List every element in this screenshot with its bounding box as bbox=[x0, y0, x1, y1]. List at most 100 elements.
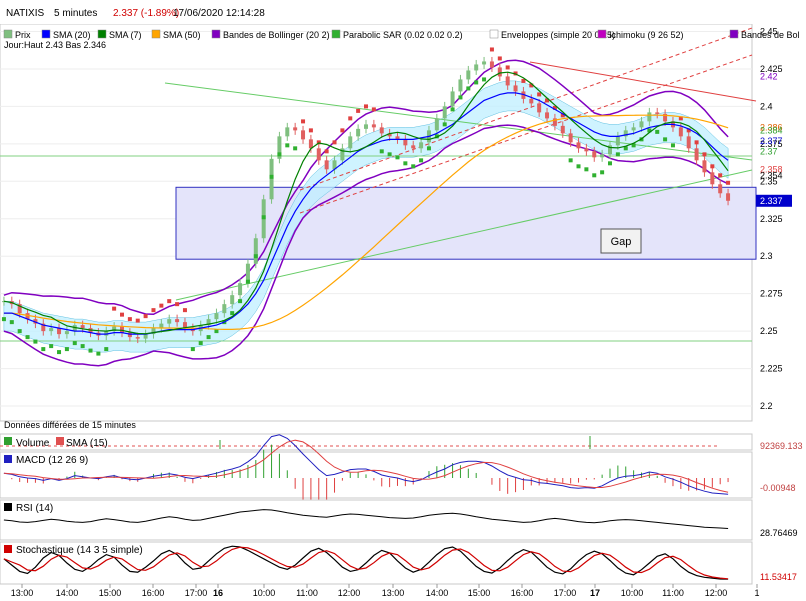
legend-label[interactable]: Bandes de Bollinger (20 2) bbox=[223, 30, 330, 40]
day-high-low: Jour:Haut 2.43 Bas 2.346 bbox=[4, 40, 106, 50]
sar-point bbox=[489, 47, 494, 52]
right-price-label: 2.384 bbox=[760, 125, 783, 135]
candle-body bbox=[615, 136, 620, 146]
x-tick-label: 15:00 bbox=[468, 588, 491, 598]
sar-point bbox=[135, 318, 140, 323]
candle-body bbox=[474, 64, 479, 71]
right-price-label: 2.377 bbox=[760, 136, 783, 146]
candle-body bbox=[356, 128, 361, 137]
y-tick-label: 2.4 bbox=[760, 101, 773, 111]
volume-legend-swatch bbox=[4, 437, 12, 445]
sar-point bbox=[127, 317, 132, 322]
candle-body bbox=[135, 337, 140, 339]
legend-label[interactable]: SMA (50) bbox=[163, 30, 201, 40]
sar-point bbox=[206, 335, 211, 340]
candle-body bbox=[529, 98, 534, 104]
sar-point bbox=[466, 86, 471, 91]
candle-body bbox=[285, 127, 290, 137]
sar-point bbox=[198, 341, 203, 346]
sar-point bbox=[702, 152, 707, 157]
candle-body bbox=[120, 326, 124, 333]
rsi-panel bbox=[0, 499, 753, 541]
legend-swatch bbox=[211, 29, 221, 39]
candle-body bbox=[678, 127, 683, 137]
x-tick-label: 17:00 bbox=[554, 588, 577, 598]
candle-body bbox=[702, 160, 707, 173]
x-tick-label: 12:00 bbox=[338, 588, 361, 598]
candle-body bbox=[576, 142, 581, 149]
candle-body bbox=[411, 145, 416, 149]
legend-label[interactable]: SMA (7) bbox=[109, 30, 142, 40]
x-tick-label: 13:00 bbox=[382, 588, 405, 598]
sar-point bbox=[253, 254, 258, 259]
y-tick-label: 2.3 bbox=[760, 251, 773, 261]
legend-label[interactable]: Parabolic SAR (0.02 0.02 0.2) bbox=[343, 30, 463, 40]
x-tick-label: 17 bbox=[590, 588, 600, 598]
right-price-label: 2.354 bbox=[760, 170, 783, 180]
right-price-label: 2.37 bbox=[760, 146, 778, 156]
volume-sma-label[interactable]: SMA (15) bbox=[66, 438, 108, 449]
macd-label[interactable]: MACD (12 26 9) bbox=[16, 455, 88, 466]
interval-text[interactable]: 5 minutes bbox=[54, 8, 97, 19]
volume-panel bbox=[0, 433, 753, 451]
right-price-label: 2.337 bbox=[760, 196, 783, 206]
x-tick-label: 11:00 bbox=[662, 588, 684, 598]
candle-body bbox=[710, 172, 715, 185]
candle-body bbox=[560, 125, 565, 134]
rsi-label[interactable]: RSI (14) bbox=[16, 503, 53, 514]
legend-label[interactable]: Prix bbox=[15, 30, 31, 40]
sar-point bbox=[64, 347, 69, 352]
candle-body bbox=[505, 76, 510, 86]
candle-body bbox=[301, 130, 306, 140]
sar-point bbox=[57, 350, 62, 355]
candle-body bbox=[379, 127, 384, 134]
timestamp: 17/06/2020 12:14:28 bbox=[173, 8, 265, 19]
sar-point bbox=[568, 158, 573, 163]
sar-point bbox=[277, 152, 282, 157]
x-tick-label: 17:00 bbox=[185, 588, 208, 598]
legend-swatch bbox=[41, 29, 51, 39]
sar-point bbox=[655, 129, 660, 134]
candle-body bbox=[450, 91, 455, 107]
stochastic-label[interactable]: Stochastique (14 3 5 simple) bbox=[16, 545, 143, 556]
y-tick-label: 2.25 bbox=[760, 326, 778, 336]
sar-point bbox=[269, 174, 274, 179]
candle-body bbox=[230, 295, 235, 305]
sar-point bbox=[175, 302, 180, 307]
y-axis: 2.452.4252.42.3752.352.3252.32.2752.252.… bbox=[760, 26, 783, 411]
stochastic-legend-swatch bbox=[4, 545, 12, 553]
sar-point bbox=[72, 341, 77, 346]
candle-body bbox=[269, 158, 274, 200]
candle-body bbox=[466, 70, 471, 80]
candle-body bbox=[364, 124, 368, 129]
sar-point bbox=[600, 170, 605, 175]
sar-point bbox=[576, 164, 581, 169]
candle-body bbox=[57, 328, 62, 335]
stock-chart: Gap 2.452.4252.42.3752.352.3252.32.2752.… bbox=[0, 0, 806, 598]
delay-note: Données différées de 15 minutes bbox=[4, 420, 136, 430]
sar-point bbox=[442, 122, 447, 127]
x-tick-label: 10:00 bbox=[253, 588, 276, 598]
sar-point bbox=[537, 92, 542, 97]
sar-point bbox=[285, 143, 290, 148]
volume-label[interactable]: Volume bbox=[16, 438, 50, 449]
candle-body bbox=[434, 118, 439, 131]
sar-point bbox=[190, 347, 195, 352]
legend-label[interactable]: Bandes de Bol bbox=[741, 30, 800, 40]
candle-body bbox=[458, 79, 463, 92]
candle-body bbox=[80, 325, 85, 329]
sar-point bbox=[182, 308, 187, 313]
sar-point bbox=[301, 119, 306, 124]
candle-body bbox=[222, 304, 227, 314]
legend-label[interactable]: SMA (20) bbox=[53, 30, 91, 40]
candle-body bbox=[513, 85, 518, 92]
sar-point bbox=[104, 347, 109, 352]
volume-sma-swatch bbox=[56, 437, 64, 445]
rsi-value: 28.76469 bbox=[760, 528, 798, 538]
legend-label[interactable]: Ichimoku (9 26 52) bbox=[609, 30, 684, 40]
x-tick-label: 14:00 bbox=[56, 588, 79, 598]
x-tick-label: 13:00 bbox=[11, 588, 34, 598]
x-tick-label: 12:00 bbox=[705, 588, 728, 598]
sar-point bbox=[403, 161, 408, 166]
symbol-name: NATIXIS bbox=[6, 8, 44, 19]
